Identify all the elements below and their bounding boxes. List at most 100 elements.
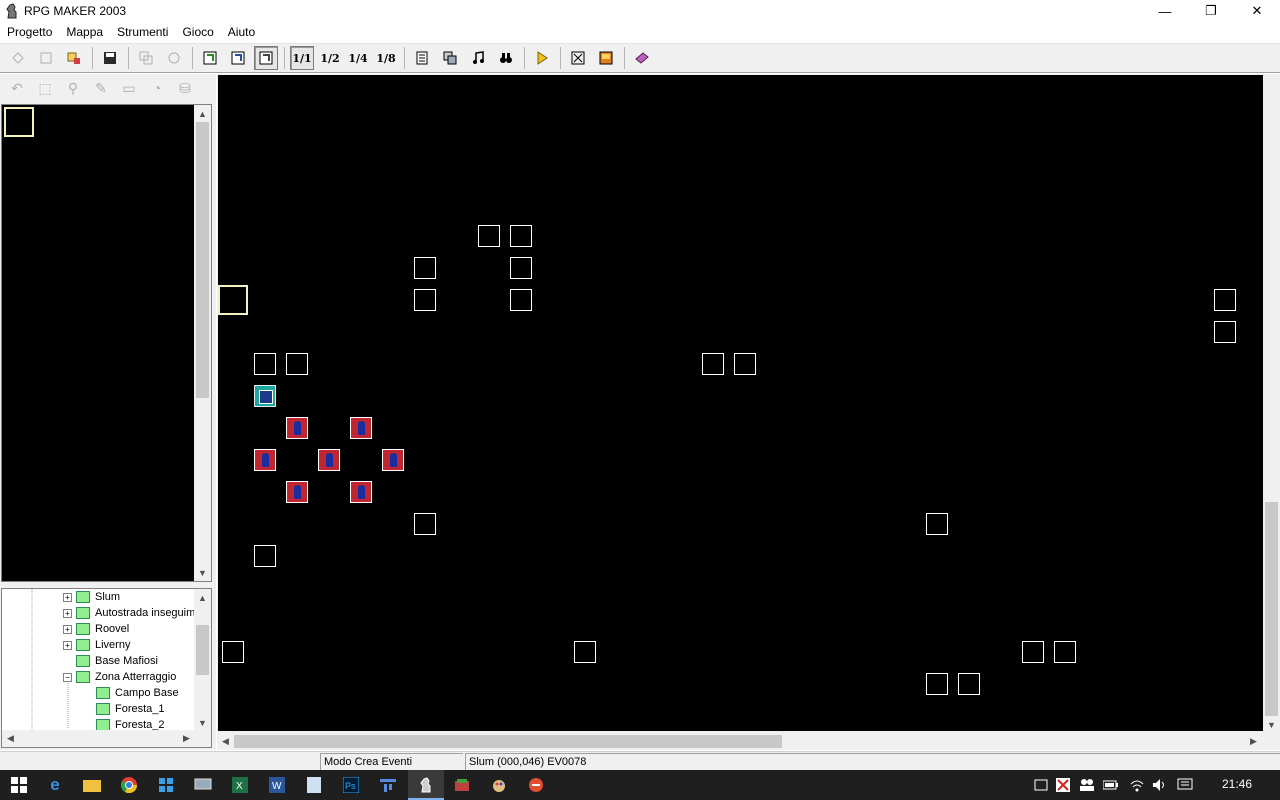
tree-scrollbar[interactable]: ▲ ▼ [194, 589, 211, 731]
app-grid-icon[interactable] [377, 775, 399, 795]
help-book-icon[interactable] [630, 46, 654, 70]
scroll-right-arrow[interactable]: ▶ [178, 730, 195, 747]
scroll-left-arrow[interactable]: ◀ [217, 733, 234, 750]
event-sprite-teleport[interactable] [254, 385, 276, 407]
event-marker[interactable] [510, 225, 532, 247]
play-test-icon[interactable] [530, 46, 554, 70]
menu-progetto[interactable]: Progetto [0, 22, 59, 42]
menu-aiuto[interactable]: Aiuto [221, 22, 262, 42]
scroll-thumb[interactable] [196, 625, 209, 675]
tree-item[interactable]: + Liverny [63, 637, 130, 653]
file-explorer-icon[interactable] [81, 775, 103, 795]
event-marker[interactable] [222, 641, 244, 663]
open-project-icon[interactable] [34, 46, 58, 70]
select-icon[interactable]: ⬚ [34, 77, 56, 99]
event-marker[interactable] [1054, 641, 1076, 663]
event-marker[interactable] [1214, 321, 1236, 343]
word-icon[interactable]: W [266, 775, 288, 795]
project-manager-icon[interactable] [62, 46, 86, 70]
security-alert-icon[interactable] [1052, 775, 1074, 795]
windows-start-icon[interactable] [8, 775, 30, 795]
selected-event-cursor[interactable] [218, 285, 248, 315]
upper-layer-icon[interactable] [226, 46, 250, 70]
event-marker[interactable] [574, 641, 596, 663]
zoom-1-8-button[interactable]: 1/8 [374, 46, 398, 70]
map-hscrollbar[interactable]: ◀ ▶ [217, 733, 1263, 750]
event-marker[interactable] [254, 353, 276, 375]
event-marker[interactable] [478, 225, 500, 247]
utility-app-icon[interactable] [525, 775, 547, 795]
event-marker[interactable] [510, 289, 532, 311]
excel-icon[interactable]: X [229, 775, 251, 795]
event-marker[interactable] [734, 353, 756, 375]
tree-item[interactable]: + Autostrada inseguim [63, 605, 195, 621]
fullscreen-icon[interactable] [566, 46, 590, 70]
scroll-left-arrow[interactable]: ◀ [2, 730, 19, 747]
event-marker[interactable] [414, 289, 436, 311]
store-icon[interactable] [155, 775, 177, 795]
database-icon[interactable] [410, 46, 434, 70]
tree-item[interactable]: + Roovel [63, 621, 129, 637]
volume-icon[interactable] [1148, 775, 1170, 795]
expand-icon[interactable]: + [63, 608, 72, 618]
event-marker[interactable] [926, 513, 948, 535]
tileset-palette[interactable]: ▲ ▼ [1, 104, 212, 582]
event-marker[interactable] [1214, 289, 1236, 311]
game-app-icon[interactable] [451, 775, 473, 795]
tree-item[interactable]: Foresta_1 [96, 701, 165, 717]
event-marker[interactable] [510, 257, 532, 279]
event-sprite-character[interactable] [350, 417, 372, 439]
people-icon[interactable] [1076, 775, 1098, 795]
copy-icon[interactable] [134, 46, 158, 70]
zoom-1-2-button[interactable]: 1/2 [318, 46, 342, 70]
map-canvas[interactable] [218, 75, 1263, 731]
event-marker[interactable] [958, 673, 980, 695]
pencil-icon[interactable]: ✎ [90, 77, 112, 99]
close-button[interactable]: ✕ [1234, 0, 1280, 22]
event-layer-icon[interactable] [254, 46, 278, 70]
circle-icon[interactable]: ◔ [146, 77, 168, 99]
scroll-down-arrow[interactable]: ▼ [194, 564, 211, 581]
paint-icon[interactable] [488, 775, 510, 795]
event-sprite-character[interactable] [350, 481, 372, 503]
undo-icon[interactable]: ↶ [6, 77, 28, 99]
scroll-down-arrow[interactable]: ▼ [194, 714, 211, 731]
event-sprite-character[interactable] [318, 449, 340, 471]
music-icon[interactable] [466, 46, 490, 70]
event-sprite-character[interactable] [286, 481, 308, 503]
photoshop-icon[interactable]: Ps [340, 775, 362, 795]
rectangle-icon[interactable]: ▭ [118, 77, 140, 99]
paste-icon[interactable] [162, 46, 186, 70]
event-sprite-character[interactable] [382, 449, 404, 471]
scroll-thumb[interactable] [234, 735, 782, 748]
event-marker[interactable] [702, 353, 724, 375]
wifi-icon[interactable] [1126, 775, 1148, 795]
scroll-up-arrow[interactable]: ▲ [194, 105, 211, 122]
scroll-up-arrow[interactable]: ▲ [194, 589, 211, 606]
save-icon[interactable] [98, 46, 122, 70]
tree-item[interactable]: − Zona Atterraggio [63, 669, 176, 685]
event-marker[interactable] [926, 673, 948, 695]
lower-layer-icon[interactable] [198, 46, 222, 70]
minimize-button[interactable]: — [1142, 0, 1188, 22]
event-sprite-character[interactable] [254, 449, 276, 471]
remote-desktop-icon[interactable] [192, 775, 214, 795]
fill-icon[interactable]: ⛁ [174, 77, 196, 99]
event-sprite-character[interactable] [286, 417, 308, 439]
event-marker[interactable] [414, 513, 436, 535]
restore-button[interactable]: ❐ [1188, 0, 1234, 22]
tree-item[interactable]: Campo Base [96, 685, 179, 701]
event-marker[interactable] [414, 257, 436, 279]
rpgmaker-taskbar-icon[interactable] [415, 775, 437, 795]
menu-gioco[interactable]: Gioco [175, 22, 220, 42]
expand-icon[interactable]: + [63, 640, 72, 650]
clock[interactable]: 21:46 [1222, 777, 1252, 791]
battery-icon[interactable] [1100, 775, 1122, 795]
menu-strumenti[interactable]: Strumenti [110, 22, 175, 42]
resource-manager-icon[interactable] [438, 46, 462, 70]
collapse-icon[interactable]: − [63, 672, 72, 682]
event-marker[interactable] [254, 545, 276, 567]
scroll-thumb[interactable] [1265, 502, 1278, 716]
tree-item[interactable]: + Slum [63, 589, 120, 605]
tileset-scrollbar[interactable]: ▲ ▼ [194, 105, 211, 581]
